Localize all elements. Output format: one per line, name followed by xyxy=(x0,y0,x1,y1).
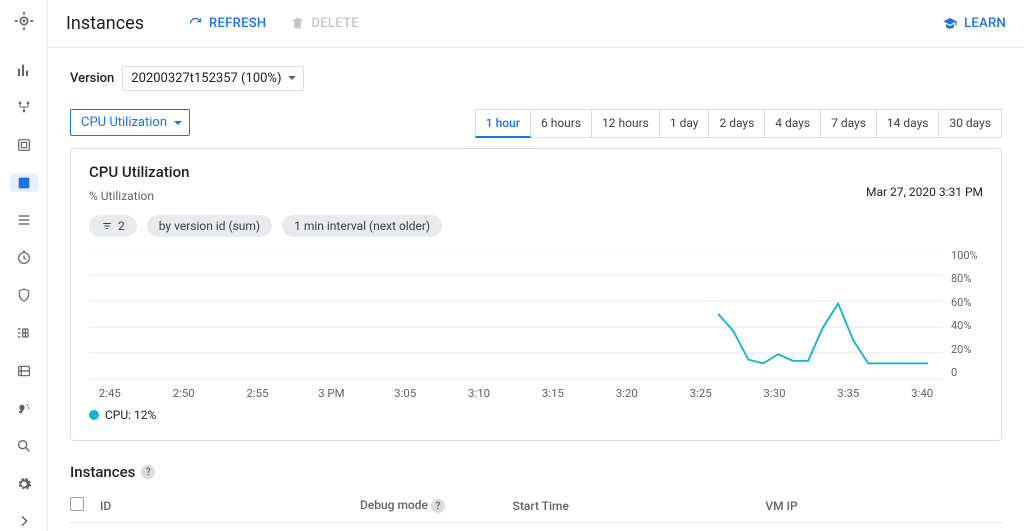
chip-groupby[interactable]: by version id (sum) xyxy=(147,215,272,237)
col-vmip: VM IP xyxy=(765,489,927,523)
timerange-7-days[interactable]: 7 days xyxy=(821,109,877,138)
nav-memcache-icon[interactable] xyxy=(10,361,38,381)
timerange-4-days[interactable]: 4 days xyxy=(765,109,821,138)
svg-text:3:05: 3:05 xyxy=(394,387,416,400)
chart-timestamp: Mar 27, 2020 3:31 PM xyxy=(866,185,983,199)
page-title: Instances xyxy=(66,13,144,34)
timerange-group: 1 hour6 hours12 hours1 day2 days4 days7 … xyxy=(475,109,1002,138)
cell-start: Mar 27, 2020, 3:26:55 PM xyxy=(513,523,766,531)
svg-text:3:15: 3:15 xyxy=(542,387,564,400)
nav-dashboard-icon[interactable] xyxy=(10,60,38,80)
svg-text:3:40: 3:40 xyxy=(911,387,933,400)
delete-button: DELETE xyxy=(290,16,358,31)
table-row: aef-default-20200327t152357-383kDisabled… xyxy=(70,523,1002,531)
nav-settings-icon[interactable] xyxy=(10,474,38,494)
svg-text:3:20: 3:20 xyxy=(616,387,638,400)
svg-text:2:50: 2:50 xyxy=(173,387,195,400)
learn-button[interactable]: LEARN xyxy=(942,16,1006,32)
svg-text:2:55: 2:55 xyxy=(246,387,268,400)
chip-interval[interactable]: 1 min interval (next older) xyxy=(282,215,442,237)
svg-text:3:35: 3:35 xyxy=(837,387,859,400)
chip-filter[interactable]: 2 xyxy=(89,215,137,237)
timerange-1-day[interactable]: 1 day xyxy=(660,109,710,138)
instances-table: ID Debug mode ? Start Time VM IP aef-def… xyxy=(70,489,1002,531)
select-all-checkbox[interactable] xyxy=(70,497,84,511)
chart-title: CPU Utilization xyxy=(89,163,983,181)
nav-expand-icon[interactable] xyxy=(10,511,38,531)
col-debug: Debug mode ? xyxy=(360,489,513,523)
legend-color-icon xyxy=(89,410,99,420)
cell-vmip: 35.223.201.155 xyxy=(765,523,927,531)
nav-versions-icon[interactable] xyxy=(10,135,38,155)
chart: 2:45 2:50 2:55 3 PM 3:05 3:10 3:15 3:20 3:25 3:30… xyxy=(89,249,983,404)
nav-instances-icon[interactable] xyxy=(10,173,38,193)
nav-rail xyxy=(0,0,48,531)
timerange-30-days[interactable]: 30 days xyxy=(939,109,1002,138)
version-label: Version xyxy=(70,71,114,86)
nav-taskqueues-icon[interactable] xyxy=(10,210,38,230)
help-icon[interactable]: ? xyxy=(431,499,445,513)
chart-card: CPU Utilization % Utilization Mar 27, 20… xyxy=(70,148,1002,441)
timerange-1-hour[interactable]: 1 hour xyxy=(475,109,531,138)
learn-label: LEARN xyxy=(964,16,1006,31)
instances-section-title: Instances xyxy=(70,463,135,481)
version-dropdown[interactable]: 20200327t152357 (100%) xyxy=(122,66,304,91)
cell-debug: Disabled xyxy=(360,523,513,531)
help-icon[interactable]: ? xyxy=(141,465,155,479)
timerange-12-hours[interactable]: 12 hours xyxy=(592,109,660,138)
refresh-label: REFRESH xyxy=(209,16,266,31)
timerange-6-hours[interactable]: 6 hours xyxy=(531,109,592,138)
chart-svg: 2:45 2:50 2:55 3 PM 3:05 3:10 3:15 3:20 3:25 3:30… xyxy=(89,249,943,404)
topbar: Instances REFRESH DELETE LEARN xyxy=(48,0,1024,48)
refresh-button[interactable]: REFRESH xyxy=(188,16,266,31)
svg-text:3:10: 3:10 xyxy=(468,387,490,400)
svg-text:3:30: 3:30 xyxy=(763,387,785,400)
product-logo-icon xyxy=(13,10,35,36)
nav-quotas-icon[interactable] xyxy=(10,323,38,343)
timerange-14-days[interactable]: 14 days xyxy=(877,109,940,138)
chip-filter-value: 2 xyxy=(118,219,125,233)
delete-label: DELETE xyxy=(311,16,358,31)
nav-services-icon[interactable] xyxy=(10,98,38,118)
nav-search-icon[interactable] xyxy=(10,436,38,456)
timerange-2-days[interactable]: 2 days xyxy=(709,109,765,138)
col-start: Start Time xyxy=(513,489,766,523)
legend-label: CPU: 12% xyxy=(105,408,156,422)
svg-text:2:45: 2:45 xyxy=(99,387,121,400)
nav-cron-icon[interactable] xyxy=(10,248,38,268)
metric-value: CPU Utilization xyxy=(81,115,167,130)
metric-dropdown[interactable]: CPU Utilization xyxy=(70,109,190,136)
version-value: 20200327t152357 (100%) xyxy=(131,71,281,86)
nav-security-icon[interactable] xyxy=(10,286,38,306)
col-id: ID xyxy=(100,489,360,523)
svg-text:3:25: 3:25 xyxy=(690,387,712,400)
chart-subtitle: % Utilization xyxy=(89,189,154,203)
nav-firewall-icon[interactable] xyxy=(10,398,38,418)
svg-text:3 PM: 3 PM xyxy=(318,387,344,400)
